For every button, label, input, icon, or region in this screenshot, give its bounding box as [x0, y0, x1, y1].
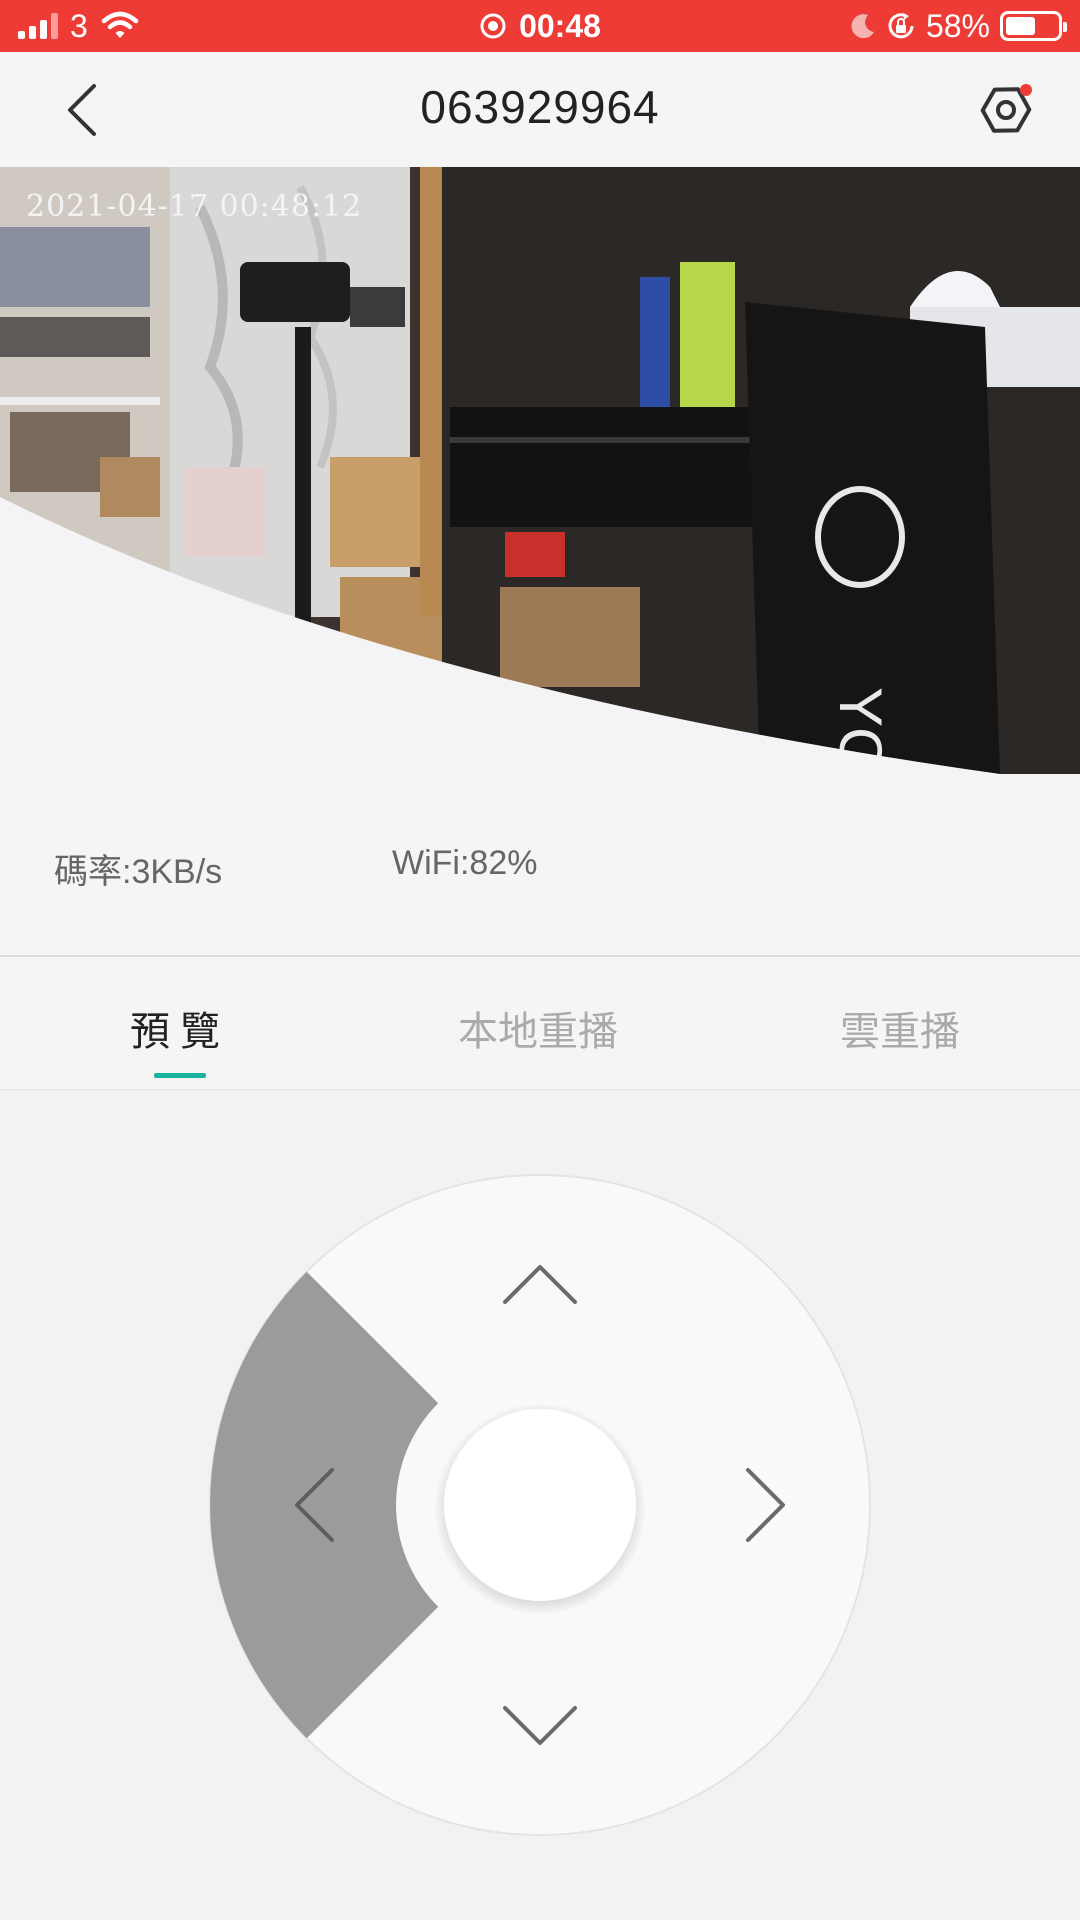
- ptz-left-button[interactable]: [220, 1391, 400, 1621]
- settings-button[interactable]: [974, 78, 1038, 142]
- video-frame: YC: [0, 167, 1080, 774]
- ptz-up-button[interactable]: [430, 1191, 650, 1351]
- bitrate-label: 碼率:3KB/s: [54, 853, 223, 891]
- status-time: 00:48: [519, 7, 601, 44]
- moon-icon: [851, 14, 874, 39]
- page-title: 063929964: [420, 81, 660, 133]
- battery-fill: [1006, 17, 1035, 35]
- tab-local-playback[interactable]: 本地重播: [388, 999, 688, 1057]
- nav-bar: 063929964: [0, 52, 1080, 167]
- status-bar: 3 00:48 58%: [0, 0, 1080, 52]
- ptz-down-button[interactable]: [430, 1661, 650, 1821]
- video-timestamp: 2021-04-17 00:48:12: [26, 189, 363, 224]
- record-icon: [480, 13, 506, 39]
- battery-percent: 58%: [925, 7, 990, 44]
- ptz-center-hit[interactable]: [444, 1409, 636, 1601]
- ptz-right-button[interactable]: [680, 1391, 860, 1621]
- rotation-lock-icon: [888, 13, 914, 39]
- tab-active-indicator: [154, 1073, 206, 1078]
- status-right: 58%: [850, 7, 1067, 44]
- tab-bar: 預覽 本地重播 雲重播: [0, 957, 1080, 1090]
- wifi-strength-label: WiFi:82%: [392, 844, 538, 882]
- battery-icon: [1000, 11, 1067, 41]
- notification-dot: [1020, 84, 1032, 96]
- tab-preview[interactable]: 預覽: [30, 999, 330, 1057]
- tab-cloud-playback[interactable]: 雲重播: [750, 999, 1050, 1057]
- ptz-control: [0, 1091, 1080, 1920]
- stream-stats: 碼率:3KB/s WiFi:82%: [0, 774, 1080, 956]
- live-video[interactable]: YC 2021-04-17 00:48:12: [0, 167, 1080, 774]
